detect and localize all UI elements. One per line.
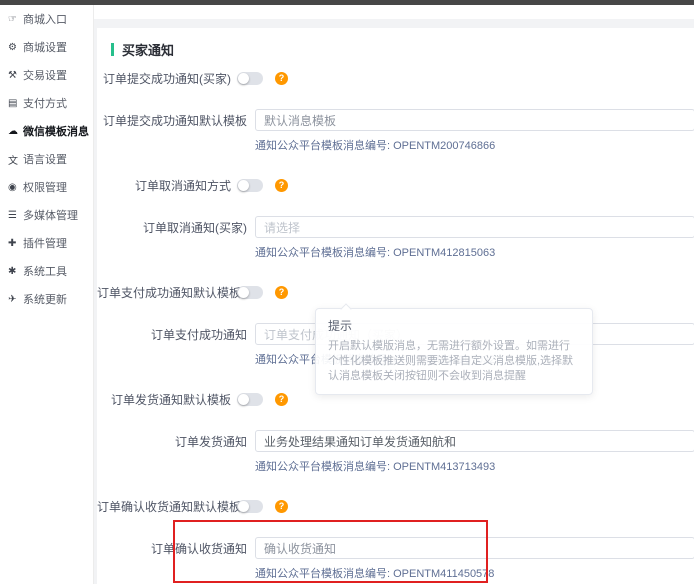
- mall-settings-icon: ⚙: [8, 42, 23, 53]
- template-code-helper: 通知公众平台模板消息编号: OPENTM413713493: [255, 461, 694, 473]
- help-question-icon[interactable]: ?: [275, 286, 288, 299]
- permission-management-icon: ◉: [8, 182, 23, 193]
- setting-label: 订单确认收货通知默认模板: [97, 498, 231, 515]
- help-question-icon[interactable]: ?: [275, 500, 288, 513]
- setting-label: 订单提交成功通知默认模板: [97, 112, 247, 129]
- help-question-icon[interactable]: ?: [275, 72, 288, 85]
- transaction-settings-icon: ⚒: [8, 70, 23, 81]
- toggle-switch[interactable]: [237, 72, 263, 85]
- input-setting-row: 订单发货通知 通知公众平台模板消息编号: OPENTM413713493: [97, 430, 694, 473]
- sidebar-item-label: 语言设置: [23, 151, 67, 167]
- plugin-management-icon: ✚: [8, 238, 23, 249]
- sidebar-item-mall-entrance[interactable]: ☞ 商城入口: [0, 5, 93, 33]
- system-update-icon: ✈: [8, 294, 23, 305]
- sidebar-item-label: 商城入口: [23, 11, 67, 27]
- template-code-helper: 通知公众平台模板消息编号: OPENTM411450578: [255, 568, 694, 580]
- setting-label: 订单确认收货通知: [97, 540, 247, 557]
- setting-label: 订单取消通知方式: [97, 177, 231, 194]
- sidebar-item-label: 权限管理: [23, 179, 67, 195]
- sidebar-item-label: 系统工具: [23, 263, 67, 279]
- sidebar-item-language-settings[interactable]: 文 语言设置: [0, 145, 93, 173]
- sidebar-item-wechat-template-message[interactable]: ☁ 微信模板消息: [0, 117, 93, 145]
- sidebar-item-label: 支付方式: [23, 95, 67, 111]
- section-title-row: 买家通知: [111, 40, 694, 59]
- input-setting-row: 订单取消通知(买家) 通知公众平台模板消息编号: OPENTM412815063: [97, 216, 694, 259]
- sidebar-item-plugin-management[interactable]: ✚ 插件管理: [0, 229, 93, 257]
- settings-panel: 买家通知 订单提交成功通知(买家) ? 订单提交成功通知默认模板 通知公众平台模…: [97, 28, 694, 584]
- sidebar-item-label: 微信模板消息: [23, 123, 89, 139]
- template-input[interactable]: [255, 537, 694, 559]
- tooltip-title: 提示: [328, 317, 580, 334]
- sidebar-item-system-tools[interactable]: ✱ 系统工具: [0, 257, 93, 285]
- sidebar-item-label: 交易设置: [23, 67, 67, 83]
- multimedia-management-icon: ☰: [8, 210, 23, 221]
- sidebar: ☞ 商城入口 ⚙ 商城设置 ⚒ 交易设置 ▤ 支付方式 ☁ 微信模板消息 文 语…: [0, 5, 94, 584]
- template-input[interactable]: [255, 430, 694, 452]
- template-code-helper: 通知公众平台模板消息编号: OPENTM412815063: [255, 247, 694, 259]
- setting-label: 订单支付成功通知默认模板: [97, 284, 231, 301]
- toggle-knob: [238, 501, 249, 512]
- sidebar-item-multimedia-management[interactable]: ☰ 多媒体管理: [0, 201, 93, 229]
- tooltip-body: 开启默认模版消息，无需进行额外设置。如需进行个性化模板推送则需要选择自定义消息模…: [328, 339, 580, 384]
- sidebar-item-label: 插件管理: [23, 235, 67, 251]
- setting-label: 订单支付成功通知: [97, 326, 247, 343]
- sidebar-item-label: 系统更新: [23, 291, 67, 307]
- toggle-switch[interactable]: [237, 179, 263, 192]
- sidebar-item-payment-method[interactable]: ▤ 支付方式: [0, 89, 93, 117]
- top-border-bar: [0, 0, 694, 5]
- setting-label: 订单发货通知默认模板: [97, 391, 231, 408]
- toggle-setting-row: 订单取消通知方式 ?: [97, 178, 694, 192]
- header-band: [94, 5, 694, 19]
- toggle-knob: [238, 180, 249, 191]
- setting-label: 订单提交成功通知(买家): [97, 70, 231, 87]
- payment-method-icon: ▤: [8, 98, 23, 109]
- setting-label: 订单发货通知: [97, 433, 247, 450]
- sidebar-item-permission-management[interactable]: ◉ 权限管理: [0, 173, 93, 201]
- setting-label: 订单取消通知(买家): [97, 219, 247, 236]
- input-setting-row: 订单提交成功通知默认模板 通知公众平台模板消息编号: OPENTM2007468…: [97, 109, 694, 152]
- toggle-knob: [238, 287, 249, 298]
- toggle-knob: [238, 73, 249, 84]
- sidebar-item-label: 商城设置: [23, 39, 67, 55]
- mall-entrance-icon: ☞: [8, 14, 23, 25]
- template-input[interactable]: [255, 109, 694, 131]
- sidebar-item-mall-settings[interactable]: ⚙ 商城设置: [0, 33, 93, 61]
- toggle-setting-row: 订单提交成功通知(买家) ?: [97, 71, 694, 85]
- section-accent-bar: [111, 43, 114, 56]
- wechat-template-message-icon: ☁: [8, 126, 23, 137]
- hint-tooltip: 提示 开启默认模版消息，无需进行额外设置。如需进行个性化模板推送则需要选择自定义…: [315, 308, 593, 395]
- help-question-icon[interactable]: ?: [275, 393, 288, 406]
- language-settings-icon: 文: [8, 152, 23, 167]
- toggle-setting-row: 订单确认收货通知默认模板 ?: [97, 499, 694, 513]
- help-question-icon[interactable]: ?: [275, 179, 288, 192]
- sidebar-item-system-update[interactable]: ✈ 系统更新: [0, 285, 93, 313]
- input-setting-row: 订单确认收货通知 通知公众平台模板消息编号: OPENTM411450578: [97, 537, 694, 580]
- toggle-switch[interactable]: [237, 500, 263, 513]
- sidebar-item-label: 多媒体管理: [23, 207, 78, 223]
- toggle-switch[interactable]: [237, 393, 263, 406]
- template-input[interactable]: [255, 216, 694, 238]
- toggle-setting-row: 订单支付成功通知默认模板 ?: [97, 285, 694, 299]
- toggle-switch[interactable]: [237, 286, 263, 299]
- section-title: 买家通知: [122, 40, 174, 59]
- system-tools-icon: ✱: [8, 266, 23, 277]
- template-code-helper: 通知公众平台模板消息编号: OPENTM200746866: [255, 140, 694, 152]
- toggle-knob: [238, 394, 249, 405]
- sidebar-item-transaction-settings[interactable]: ⚒ 交易设置: [0, 61, 93, 89]
